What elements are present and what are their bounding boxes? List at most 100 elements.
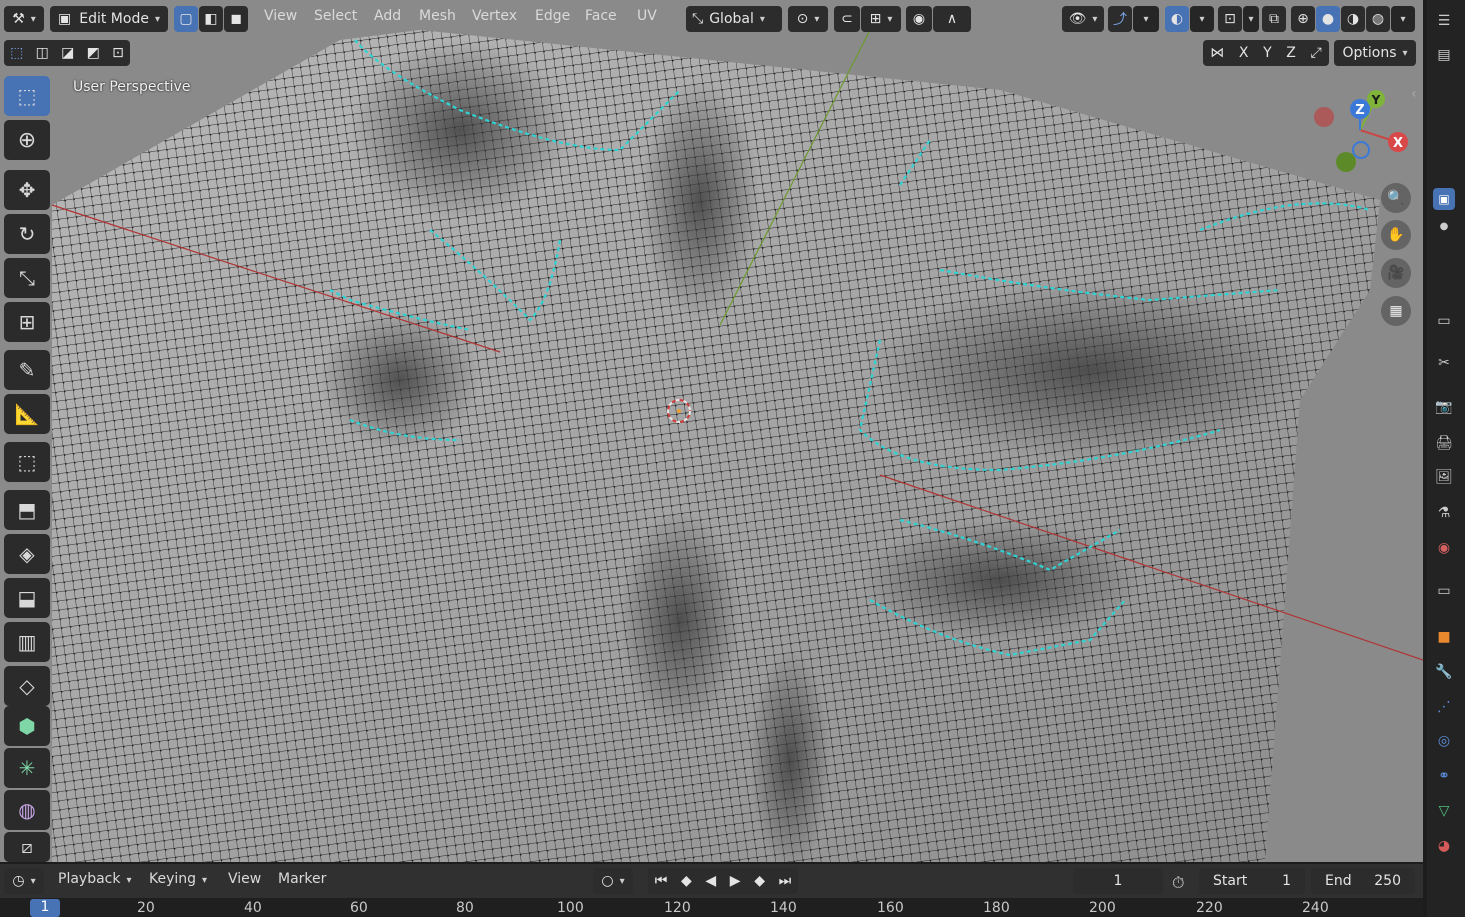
object-data-icon[interactable]: ▽ (1433, 800, 1455, 822)
shading-material-button[interactable]: ◑ (1341, 6, 1365, 32)
prev-keyframe-icon[interactable]: ◆ (681, 873, 692, 889)
menu-mesh[interactable]: Mesh (419, 8, 456, 24)
outliner-filter-icon[interactable]: ▤ (1433, 44, 1455, 66)
play-reverse-icon[interactable]: ◀ (705, 873, 716, 889)
mesh-edit-overlays-dropdown[interactable]: ▾ (1243, 6, 1259, 32)
zoom-button[interactable]: 🔍 (1381, 183, 1411, 213)
collection-icon[interactable]: ▭ (1433, 580, 1455, 602)
bevel-tool[interactable]: ⬓ (4, 578, 50, 618)
vertex-select-button[interactable]: ▢ (174, 6, 198, 32)
play-icon[interactable]: ▶ (730, 873, 741, 889)
menu-edge[interactable]: Edge (535, 8, 570, 24)
select-invert-icon[interactable]: ◩ (87, 45, 100, 61)
stopwatch-icon[interactable]: ⏱ (1172, 873, 1184, 893)
scale-tool[interactable]: ⤡ (4, 258, 50, 298)
extrude-tool[interactable]: ⬒ (4, 490, 50, 530)
marker-menu[interactable]: Marker (278, 871, 326, 887)
mirror-z-toggle[interactable]: Z (1286, 45, 1296, 61)
mesh-edit-overlays-toggle[interactable]: ⊡ (1218, 6, 1242, 32)
3d-viewport[interactable]: ⚒ ▾ ▣ Edit Mode ▾ ▢ ◧ ◼ View Select Add Me… (0, 0, 1423, 862)
output-icon[interactable]: 🖨 (1433, 432, 1455, 454)
spin-tool[interactable]: ✳ (4, 748, 50, 788)
loop-cut-tool[interactable]: ▥ (4, 622, 50, 662)
snap-target-dropdown[interactable]: ⊞ ▾ (861, 6, 901, 32)
particles-icon[interactable]: ⋰ (1433, 696, 1455, 718)
transform-orientation-dropdown[interactable]: ⤡ Global ▾ (686, 6, 782, 32)
options-dropdown[interactable]: Options ▾ (1334, 40, 1416, 66)
jump-end-icon[interactable]: ⏭ (779, 873, 792, 889)
render-icon[interactable]: 📷 (1433, 396, 1455, 418)
current-frame-field[interactable]: 1 (1073, 868, 1163, 894)
start-frame-field[interactable]: Start 1 (1199, 868, 1305, 894)
menu-face[interactable]: Face (585, 8, 617, 24)
outliner-icon[interactable]: ☰ (1433, 10, 1455, 32)
object-icon[interactable]: ■ (1433, 626, 1455, 648)
menu-view[interactable]: View (264, 8, 297, 24)
shading-rendered-button[interactable]: ◍ (1366, 6, 1390, 32)
proportional-edit-toggle[interactable]: ◉ (906, 6, 932, 32)
scene-icon[interactable]: ⚗ (1433, 502, 1455, 524)
ortho-toggle-button[interactable]: ▦ (1381, 296, 1411, 326)
add-cube-tool[interactable]: ⬚ (4, 442, 50, 482)
mode-dropdown[interactable]: ▣ Edit Mode ▾ (50, 6, 168, 32)
menu-vertex[interactable]: Vertex (472, 8, 517, 24)
move-tool[interactable]: ✥ (4, 170, 50, 210)
mesh-select-mode-icon[interactable]: ▣ (1433, 188, 1455, 210)
knife-tool[interactable]: ◇ (4, 666, 50, 706)
pivot-point-dropdown[interactable]: ⊙ ▾ (788, 6, 828, 32)
mirror-x-toggle[interactable]: X (1239, 45, 1249, 61)
tool-settings-icon[interactable]: ✂ (1433, 352, 1455, 374)
shear-tool[interactable]: ⧄ (4, 832, 50, 862)
measure-tool[interactable]: 📐 (4, 394, 50, 434)
menu-uv[interactable]: UV (637, 8, 657, 24)
timeline-view-menu[interactable]: View (228, 871, 261, 887)
cursor-tool[interactable]: ⊕ (4, 120, 50, 160)
view-layer-icon[interactable]: 🖼 (1433, 466, 1455, 488)
poly-build-tool[interactable]: ⬢ (4, 706, 50, 746)
select-intersect-icon[interactable]: ⊡ (112, 45, 124, 61)
rotate-tool[interactable]: ↻ (4, 214, 50, 254)
keying-menu[interactable]: Keying ▾ (149, 871, 207, 887)
proportional-falloff-dropdown[interactable]: ∧ (933, 6, 971, 32)
overlays-dropdown[interactable]: ▾ (1190, 6, 1214, 32)
navigation-gizmo[interactable]: X Y Z (1300, 80, 1423, 180)
shading-options-dropdown[interactable]: ▾ (1391, 6, 1415, 32)
select-new-icon[interactable]: ⬚ (10, 45, 23, 61)
material-icon[interactable]: ◕ (1433, 835, 1455, 857)
visibility-dropdown[interactable]: 👁 ▾ (1062, 6, 1104, 32)
physics-icon[interactable]: ◎ (1433, 730, 1455, 752)
select-box-tool[interactable]: ⬚ (4, 76, 50, 116)
transform-tool[interactable]: ⊞ (4, 302, 50, 342)
editor-type-button[interactable]: ⚒ ▾ (4, 6, 44, 32)
pan-button[interactable]: ✋ (1381, 220, 1411, 250)
overlays-toggle[interactable]: ◐ (1165, 6, 1189, 32)
annotate-tool[interactable]: ✎ (4, 350, 50, 390)
select-extend-icon[interactable]: ◫ (36, 45, 49, 61)
sidebar-toggle-arrow-icon[interactable]: ‹ (1411, 86, 1417, 102)
jump-start-icon[interactable]: ⏮ (655, 873, 668, 889)
playback-menu[interactable]: Playback ▾ (58, 871, 132, 887)
camera-view-button[interactable]: 🎥 (1381, 258, 1411, 288)
shading-solid-button[interactable]: ● (1316, 6, 1340, 32)
xray-toggle[interactable]: ⧉ (1262, 6, 1286, 32)
timeline-editor-type-button[interactable]: ◷ ▾ (4, 868, 44, 894)
gizmo-toggle[interactable]: ⤴ (1108, 6, 1132, 32)
gizmo-options-dropdown[interactable]: ▾ (1133, 6, 1159, 32)
mirror-y-toggle[interactable]: Y (1263, 45, 1272, 61)
menu-add[interactable]: Add (374, 8, 401, 24)
snap-toggle[interactable]: ⊂ (834, 6, 860, 32)
world-icon[interactable]: ◉ (1433, 537, 1455, 559)
smooth-tool[interactable]: ◍ (4, 790, 50, 830)
auto-keying-toggle[interactable]: ○ ▾ (593, 868, 633, 894)
topology-mirror-icon[interactable]: ⤢ (1310, 45, 1321, 61)
current-frame-indicator[interactable]: 1 (30, 899, 60, 917)
inset-tool[interactable]: ◈ (4, 534, 50, 574)
modifier-wrench-icon[interactable]: 🔧 (1433, 661, 1455, 683)
properties-editor-icon[interactable]: ▭ (1433, 310, 1455, 332)
shading-wireframe-button[interactable]: ⊕ (1291, 6, 1315, 32)
end-frame-field[interactable]: End 250 (1311, 868, 1415, 894)
next-keyframe-icon[interactable]: ◆ (754, 873, 765, 889)
face-select-button[interactable]: ◼ (224, 6, 248, 32)
menu-select[interactable]: Select (314, 8, 357, 24)
edge-select-button[interactable]: ◧ (199, 6, 223, 32)
